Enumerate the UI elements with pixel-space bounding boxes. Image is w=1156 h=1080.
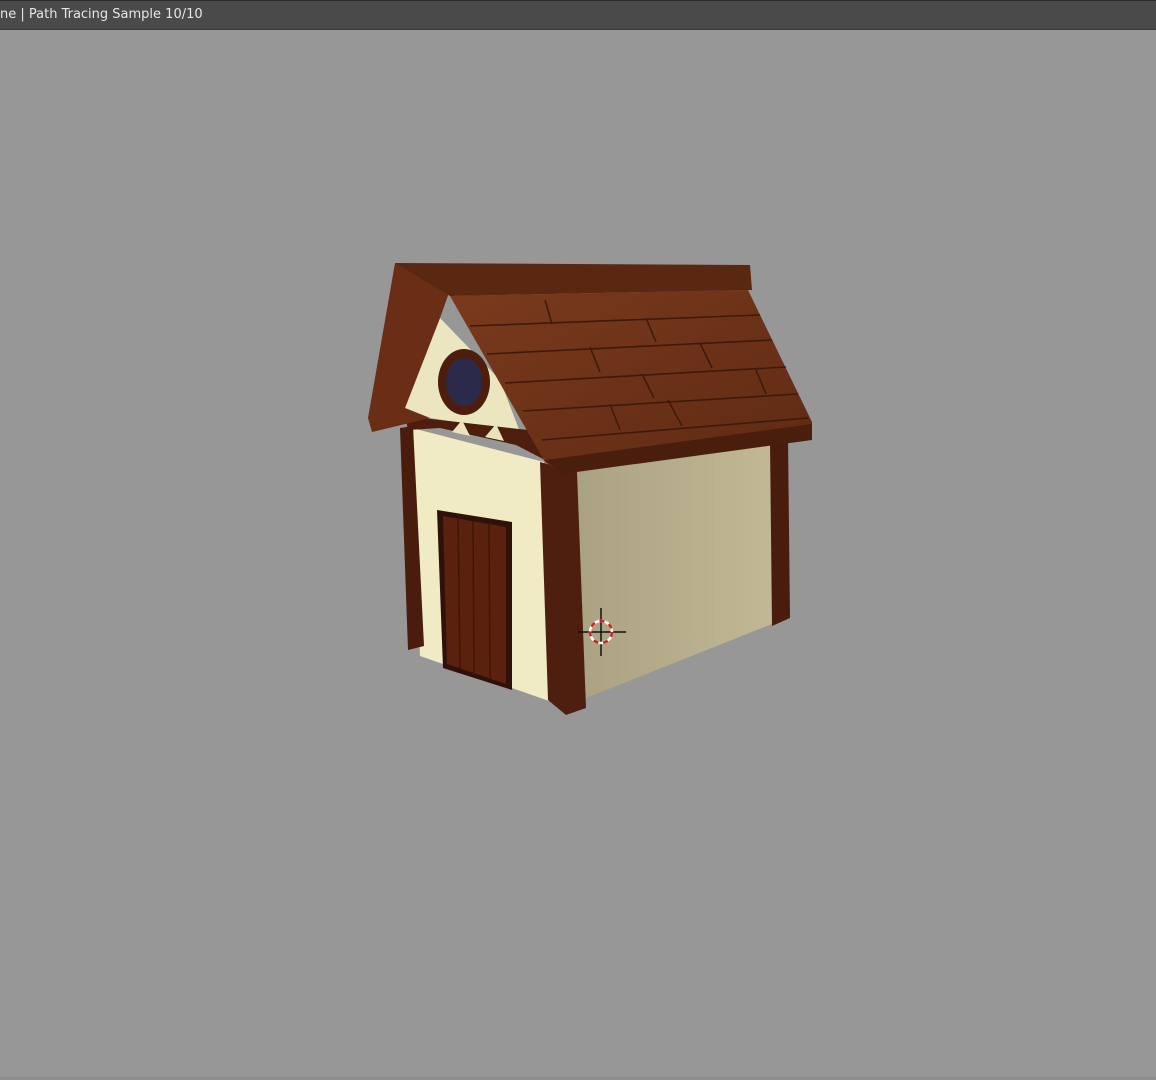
round-window-glass (446, 358, 482, 406)
cottage-side-wall (572, 440, 782, 698)
render-canvas[interactable] (0, 0, 1156, 1080)
cottage-model[interactable] (368, 263, 812, 715)
3d-viewport[interactable]: ne | Path Tracing Sample 10/10 (0, 0, 1156, 1080)
corner-post-right (770, 438, 790, 626)
